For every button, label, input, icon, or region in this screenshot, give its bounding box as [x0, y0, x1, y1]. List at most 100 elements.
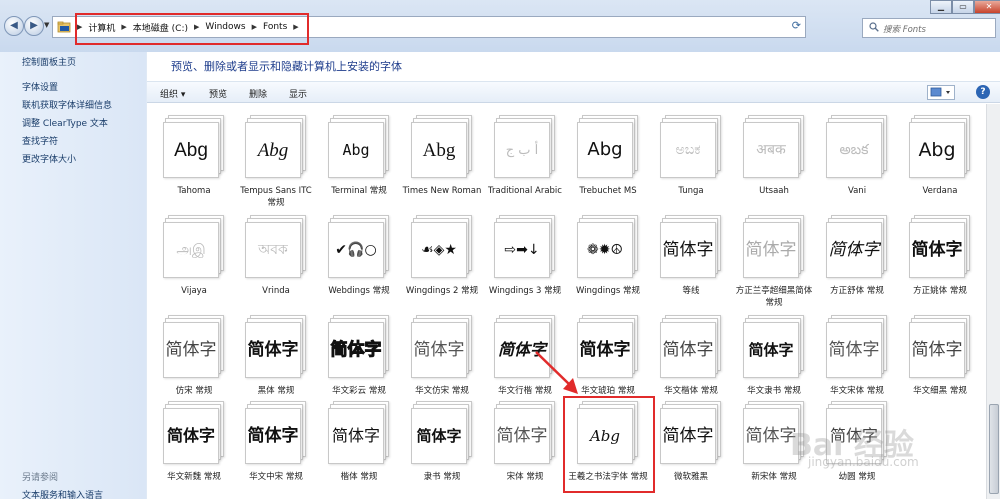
- font-page-front: 简体字: [411, 408, 467, 464]
- font-page-front: أ ب ج: [494, 122, 550, 178]
- search-input[interactable]: 搜索 Fonts: [862, 18, 996, 38]
- show-button[interactable]: 显示: [289, 87, 307, 100]
- font-sample: ❁✹☮: [586, 242, 623, 258]
- vertical-scrollbar[interactable]: [986, 104, 1000, 499]
- page-title: 预览、删除或者显示和隐藏计算机上安装的字体: [171, 60, 402, 73]
- font-name-label: 楷体 常规: [340, 472, 378, 482]
- font-tile[interactable]: Abg Tahoma: [153, 109, 235, 209]
- font-tile[interactable]: أ ب ج Traditional Arabic: [484, 109, 566, 209]
- close-button[interactable]: ✕: [974, 0, 1000, 14]
- font-tile[interactable]: 简体字 等线: [650, 209, 732, 309]
- font-sample: 简体字: [331, 426, 380, 445]
- link-change-font-size[interactable]: 更改字体大小: [22, 152, 76, 165]
- font-tile[interactable]: 简体字 华文仿宋 常规: [401, 309, 483, 409]
- preview-button[interactable]: 预览: [209, 87, 227, 100]
- font-tile[interactable]: Abg Terminal 常规: [318, 109, 400, 209]
- font-page-front: Abg: [577, 122, 633, 178]
- font-sample: 简体字: [166, 426, 215, 445]
- font-sample: 简体字: [497, 340, 546, 359]
- font-tile[interactable]: 简体字 华文细黑 常规: [899, 309, 981, 409]
- font-name-label: 宋体 常规: [506, 472, 544, 482]
- font-tile[interactable]: 简体字 华文隶书 常规: [733, 309, 815, 409]
- font-tile[interactable]: 简体字 华文宋体 常规: [816, 309, 898, 409]
- font-page-front: Abg: [163, 122, 219, 178]
- font-tile[interactable]: 简体字 华文琥珀 常规: [567, 309, 649, 409]
- font-sample: Abg: [587, 139, 623, 160]
- font-tile[interactable]: अबक Utsaah: [733, 109, 815, 209]
- refresh-icon[interactable]: ⟳: [792, 19, 801, 32]
- delete-button[interactable]: 删除: [249, 87, 267, 100]
- font-tile[interactable]: 简体字 华文新魏 常规: [153, 395, 235, 495]
- font-sample: Abg: [174, 139, 208, 161]
- font-tile[interactable]: 简体字楷体 常规: [318, 395, 400, 495]
- link-text-services[interactable]: 文本服务和输入语言: [22, 488, 103, 499]
- font-file-icon: 简体字: [660, 401, 724, 467]
- font-tile[interactable]: ✔🎧○ Webdings 常规: [318, 209, 400, 309]
- font-sample: অবক: [258, 242, 288, 258]
- font-tile[interactable]: 简体字 隶书 常规: [401, 395, 483, 495]
- link-control-panel-home[interactable]: 控制面板主页: [22, 55, 76, 68]
- font-tile[interactable]: 简体字 华文楷体 常规: [650, 309, 732, 409]
- font-file-icon: 简体字: [577, 315, 641, 381]
- font-page-front: 简体字: [328, 322, 384, 378]
- font-tile[interactable]: 简体字 方正兰亭超细黑简体 常规: [733, 209, 815, 309]
- link-adjust-cleartype[interactable]: 调整 ClearType 文本: [22, 116, 108, 129]
- font-sample: 简体字: [748, 340, 794, 359]
- forward-button[interactable]: ▶: [24, 16, 44, 36]
- font-file-icon: Abg: [577, 115, 641, 181]
- maximize-button[interactable]: ▭: [952, 0, 974, 14]
- font-tile[interactable]: 简体字 仿宋 常规: [153, 309, 235, 409]
- font-tile[interactable]: அஇ Vijaya: [153, 209, 235, 309]
- font-tile[interactable]: Abg Times New Roman: [401, 109, 483, 209]
- font-file-icon: 简体字: [909, 215, 973, 281]
- font-file-icon: 简体字: [328, 401, 392, 467]
- font-sample: 简体字: [579, 339, 631, 360]
- scrollbar-thumb[interactable]: [989, 404, 999, 494]
- font-tile[interactable]: Abg Verdana: [899, 109, 981, 209]
- font-sample: 简体字: [662, 339, 714, 360]
- font-page-front: 简体字: [660, 222, 716, 278]
- font-tile[interactable]: 简体字 华文中宋 常规: [235, 395, 317, 495]
- font-sample: Abg: [342, 140, 370, 159]
- font-page-front: 简体字: [909, 222, 965, 278]
- font-tile[interactable]: ☙◈★ Wingdings 2 常规: [401, 209, 483, 309]
- link-find-character[interactable]: 查找字符: [22, 134, 58, 147]
- font-tile[interactable]: ⇨➡↓ Wingdings 3 常规: [484, 209, 566, 309]
- address-highlight-box: [75, 13, 309, 45]
- font-tile[interactable]: 简体字 华文行楷 常规: [484, 309, 566, 409]
- font-name-label: Tahoma: [177, 186, 211, 196]
- minimize-button[interactable]: ▁: [930, 0, 952, 14]
- font-page-front: ❁✹☮: [577, 222, 633, 278]
- font-tile[interactable]: 简体字 微软雅黑: [650, 395, 732, 495]
- font-name-label: 微软雅黑: [673, 472, 708, 482]
- change-view-button[interactable]: [927, 85, 955, 100]
- back-button[interactable]: ◀: [4, 16, 24, 36]
- font-page-front: 简体字: [743, 322, 799, 378]
- font-tile[interactable]: 简体字 黑体 常规: [235, 309, 317, 409]
- font-tile[interactable]: অবক Vrinda: [235, 209, 317, 309]
- font-page-front: ☙◈★: [411, 222, 467, 278]
- font-tile[interactable]: 简体字 华文彩云 常规: [318, 309, 400, 409]
- font-tile[interactable]: 简体字 宋体 常规: [484, 395, 566, 495]
- font-file-icon: অবক: [245, 215, 309, 281]
- help-icon[interactable]: ?: [976, 85, 990, 99]
- font-file-icon: 简体字: [494, 315, 558, 381]
- font-page-front: Abg: [909, 122, 965, 178]
- font-file-icon: 简体字: [743, 215, 807, 281]
- organize-menu[interactable]: 组织 ▾: [160, 87, 185, 100]
- font-file-icon: 简体字: [909, 315, 973, 381]
- font-tile[interactable]: Abg Tempus Sans ITC 常规: [235, 109, 317, 209]
- font-tile[interactable]: అబక Vani: [816, 109, 898, 209]
- recent-pages-dropdown[interactable]: ▼: [44, 21, 49, 29]
- font-tile[interactable]: Abg Trebuchet MS: [567, 109, 649, 209]
- link-font-settings[interactable]: 字体设置: [22, 80, 58, 93]
- font-tile[interactable]: ಅಬಕ Tunga: [650, 109, 732, 209]
- font-sample: 简体字: [413, 339, 465, 360]
- watermark-url: jingyan.baidu.com: [808, 455, 919, 469]
- font-name-label: Webdings 常规: [328, 286, 390, 296]
- font-tile[interactable]: ❁✹☮ Wingdings 常规: [567, 209, 649, 309]
- font-tile[interactable]: 简体字 方正舒体 常规: [816, 209, 898, 309]
- font-tile[interactable]: 简体字 方正姚体 常规: [899, 209, 981, 309]
- link-get-font-info-online[interactable]: 联机获取字体详细信息: [22, 98, 112, 111]
- font-page-front: ⇨➡↓: [494, 222, 550, 278]
